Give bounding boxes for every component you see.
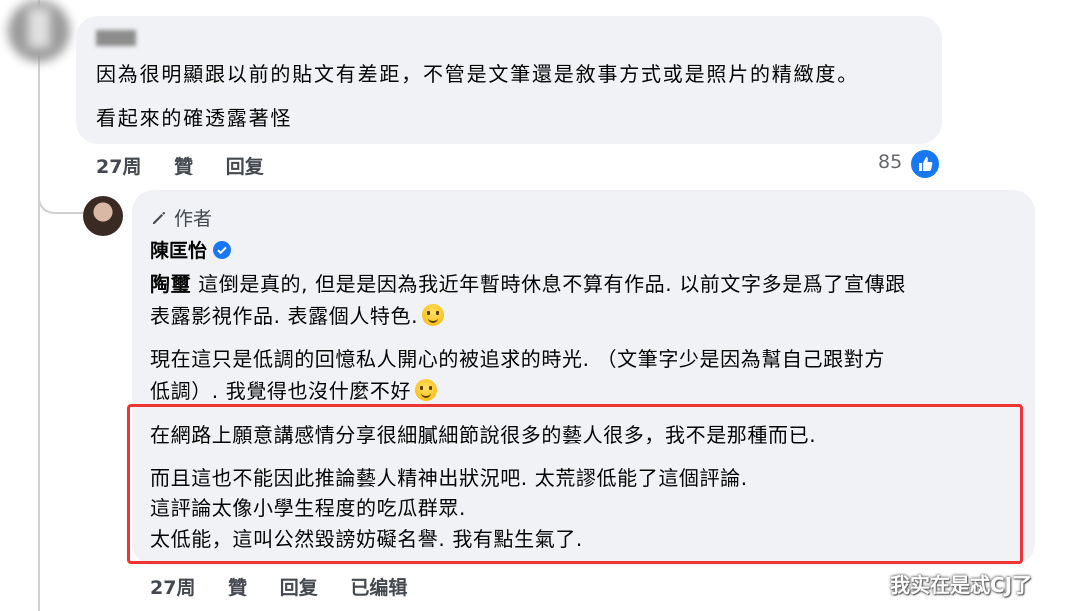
commenter-name-blurred[interactable] (96, 30, 136, 46)
comment-timestamp[interactable]: 27周 (96, 156, 141, 178)
reply-text-line: 陶璽 這倒是真的, 但是是因為我近年暫時休息不算有作品. 以前文字多是爲了宣傳跟 (150, 268, 906, 297)
reply-text-line: 現在這只是低調的回憶私人開心的被追求的時光. （文筆字少是因為幫自己跟對方 (150, 347, 885, 371)
reply-text-line: 低調）. 我覺得也沒什麼不好 (150, 375, 438, 404)
reply-text: 這倒是真的, 但是是因為我近年暫時休息不算有作品. 以前文字多是爲了宣傳跟 (191, 272, 906, 296)
author-badge-label: 作者 (174, 208, 213, 230)
reply-button[interactable]: 回复 (226, 156, 264, 178)
commenter-avatar[interactable] (8, 0, 70, 62)
like-button[interactable]: 贊 (228, 577, 247, 599)
verified-badge-icon (213, 241, 232, 259)
smiling-face-emoji (422, 304, 445, 326)
like-button[interactable]: 贊 (174, 156, 193, 178)
thumbs-up-icon[interactable] (909, 148, 941, 180)
comment-text-line: 看起來的確透露著怪 (96, 106, 293, 130)
reply-text: 表露影視作品. 表露個人特色. (150, 304, 419, 328)
author-name-label[interactable]: 陳匡怡 (150, 240, 207, 262)
pencil-icon (153, 211, 166, 224)
highlight-box (127, 404, 1023, 564)
comment-actions: 27周 贊 回复 (96, 152, 290, 179)
reply-connector (38, 150, 90, 214)
reply-actions: 27周 贊 回复 已编辑 (150, 573, 433, 600)
reaction-count[interactable]: 85 (878, 151, 902, 173)
author-badge: 作者 (150, 204, 212, 231)
author-avatar[interactable] (83, 196, 123, 236)
thread-line (38, 0, 40, 611)
author-name[interactable]: 陳匡怡 (150, 236, 232, 263)
reply-text-line: 表露影視作品. 表露個人特色. (150, 300, 445, 329)
mention-link[interactable]: 陶璽 (150, 272, 191, 296)
smiling-face-emoji (415, 379, 438, 401)
edited-label: 已编辑 (350, 577, 408, 599)
watermark: 我实在是忒CJ了 (890, 573, 1033, 597)
comment-text-line: 因為很明顯跟以前的貼文有差距，不管是文筆還是敘事方式或是照片的精緻度。 (96, 62, 859, 86)
reply-button[interactable]: 回复 (280, 577, 318, 599)
reply-timestamp[interactable]: 27周 (150, 577, 195, 599)
reply-text: 低調）. 我覺得也沒什麼不好 (150, 379, 412, 403)
